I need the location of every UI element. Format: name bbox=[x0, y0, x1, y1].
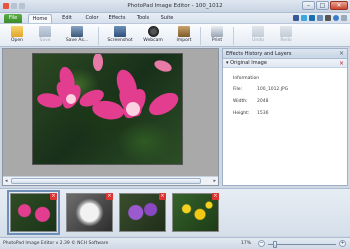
information-heading: Information bbox=[233, 76, 260, 81]
window-title: PhotoPad Image Editor - 100_1012 bbox=[127, 3, 223, 9]
panel-header: Effects History and Layers × bbox=[223, 49, 347, 59]
webcam-label: Webcam bbox=[143, 38, 163, 43]
save-as-icon bbox=[71, 26, 83, 37]
print-icon bbox=[211, 26, 223, 37]
zoom-in-button[interactable]: + bbox=[339, 240, 346, 247]
flower-photo-image bbox=[37, 54, 179, 120]
import-label: Import bbox=[176, 38, 192, 43]
layer-name: Original Image bbox=[230, 60, 267, 66]
info-row-width: Width: 2048 bbox=[233, 99, 343, 111]
info-row-file: File: 100_1012.JPG bbox=[233, 87, 343, 99]
undo-icon bbox=[252, 26, 264, 37]
info-value: 1536 bbox=[257, 111, 269, 116]
undo-label: Undo bbox=[252, 38, 264, 43]
linkedin-icon[interactable] bbox=[309, 15, 315, 21]
image-filmstrip: × × × × bbox=[0, 188, 350, 236]
minimize-button[interactable]: – bbox=[302, 1, 315, 10]
info-row-height: Height: 1536 bbox=[233, 111, 343, 123]
menu-right-icons bbox=[293, 15, 347, 21]
menu-tools[interactable]: Tools bbox=[133, 14, 153, 23]
window-controls: – □ ✕ bbox=[302, 1, 348, 10]
save-as-label: Save As... bbox=[65, 38, 89, 43]
thumbnail-close-icon[interactable]: × bbox=[50, 193, 57, 200]
thumbnail-pink-flowers[interactable]: × bbox=[7, 190, 60, 235]
panel-close-icon[interactable]: × bbox=[339, 49, 344, 59]
menu-color[interactable]: Color bbox=[82, 14, 102, 23]
print-button[interactable]: Print bbox=[205, 25, 229, 47]
open-button[interactable]: Open bbox=[6, 25, 28, 47]
thumbnail-close-icon[interactable]: × bbox=[159, 193, 166, 200]
zoom-out-button[interactable]: − bbox=[258, 240, 265, 247]
menu-suite[interactable]: Suite bbox=[158, 14, 176, 23]
main-photo[interactable] bbox=[32, 53, 183, 165]
info-key: Width: bbox=[233, 99, 248, 104]
toolbar-divider bbox=[98, 27, 99, 45]
layer-delete-icon[interactable]: × bbox=[339, 59, 344, 68]
toolbar-divider bbox=[200, 27, 201, 45]
ribbon-toolbar: Open Save Save As... Screenshot Webcam I… bbox=[0, 23, 350, 47]
scroll-right-icon[interactable]: ▸ bbox=[213, 178, 216, 184]
save-button[interactable]: Save bbox=[34, 25, 56, 47]
facebook-icon[interactable] bbox=[293, 15, 299, 21]
help-icon[interactable] bbox=[333, 15, 339, 21]
menu-file[interactable]: File bbox=[4, 14, 22, 23]
toolbar-divider bbox=[233, 27, 234, 45]
info-value: 100_1012.JPG bbox=[257, 87, 289, 92]
webcam-button[interactable]: Webcam bbox=[138, 25, 168, 47]
maximize-button[interactable]: □ bbox=[316, 1, 329, 10]
screenshot-label: Screenshot bbox=[107, 38, 133, 43]
undo-button[interactable]: Undo bbox=[247, 25, 269, 47]
info-key: Height: bbox=[233, 111, 250, 116]
chevron-down-icon[interactable] bbox=[341, 15, 347, 21]
screenshot-button[interactable]: Screenshot bbox=[102, 25, 138, 47]
zoom-slider-track[interactable] bbox=[268, 244, 336, 245]
thumbnail-close-icon[interactable]: × bbox=[212, 193, 219, 200]
thumbnail-close-icon[interactable]: × bbox=[106, 193, 113, 200]
open-folder-icon bbox=[11, 26, 23, 37]
info-value: 2048 bbox=[257, 99, 269, 104]
horizontal-scrollbar[interactable]: ◂ ▸ bbox=[3, 176, 218, 185]
close-window-button[interactable]: ✕ bbox=[330, 1, 348, 10]
zoom-level: 17% bbox=[241, 241, 252, 246]
status-bar: PhotoPad Image Editor v 2.39 © NCH Softw… bbox=[0, 237, 350, 249]
camera-icon[interactable] bbox=[325, 15, 331, 21]
open-label: Open bbox=[10, 38, 24, 43]
redo-label: Redo bbox=[280, 38, 292, 43]
menu-bar: File Home Edit Color Effects Tools Suite bbox=[0, 13, 350, 23]
zoom-slider-handle[interactable] bbox=[273, 241, 277, 248]
effects-history-panel: Effects History and Layers × ▾ Original … bbox=[222, 48, 348, 186]
layer-original-image[interactable]: ▾ Original Image × bbox=[223, 59, 347, 68]
menu-home[interactable]: Home bbox=[28, 14, 52, 23]
thumbnail-yellow-flowers[interactable]: × bbox=[172, 193, 219, 232]
redo-button[interactable]: Redo bbox=[275, 25, 297, 47]
thumbnail-purple-flowers[interactable]: × bbox=[119, 193, 166, 232]
save-label: Save bbox=[39, 38, 51, 43]
webcam-icon bbox=[147, 26, 159, 37]
thumbnail-white-flower[interactable]: × bbox=[66, 193, 113, 232]
import-icon bbox=[178, 26, 190, 37]
save-as-button[interactable]: Save As... bbox=[60, 25, 94, 47]
import-button[interactable]: Import bbox=[171, 25, 197, 47]
scroll-thumb[interactable] bbox=[11, 178, 201, 184]
title-bar: PhotoPad Image Editor - 100_1012 – □ ✕ bbox=[0, 0, 350, 13]
save-icon bbox=[39, 26, 51, 37]
image-canvas[interactable]: ◂ ▸ bbox=[2, 48, 219, 186]
status-text: PhotoPad Image Editor v 2.39 © NCH Softw… bbox=[3, 241, 109, 246]
menu-effects[interactable]: Effects bbox=[106, 14, 128, 23]
menu-edit[interactable]: Edit bbox=[58, 14, 76, 23]
share-icon[interactable] bbox=[317, 15, 323, 21]
panel-title: Effects History and Layers bbox=[226, 51, 292, 57]
scroll-left-icon[interactable]: ◂ bbox=[5, 178, 8, 184]
twitter-icon[interactable] bbox=[301, 15, 307, 21]
redo-icon bbox=[280, 26, 292, 37]
info-key: File: bbox=[233, 87, 243, 92]
screenshot-icon bbox=[114, 26, 126, 37]
print-label: Print bbox=[211, 38, 223, 43]
image-information: Information File: 100_1012.JPG Width: 20… bbox=[233, 76, 343, 123]
